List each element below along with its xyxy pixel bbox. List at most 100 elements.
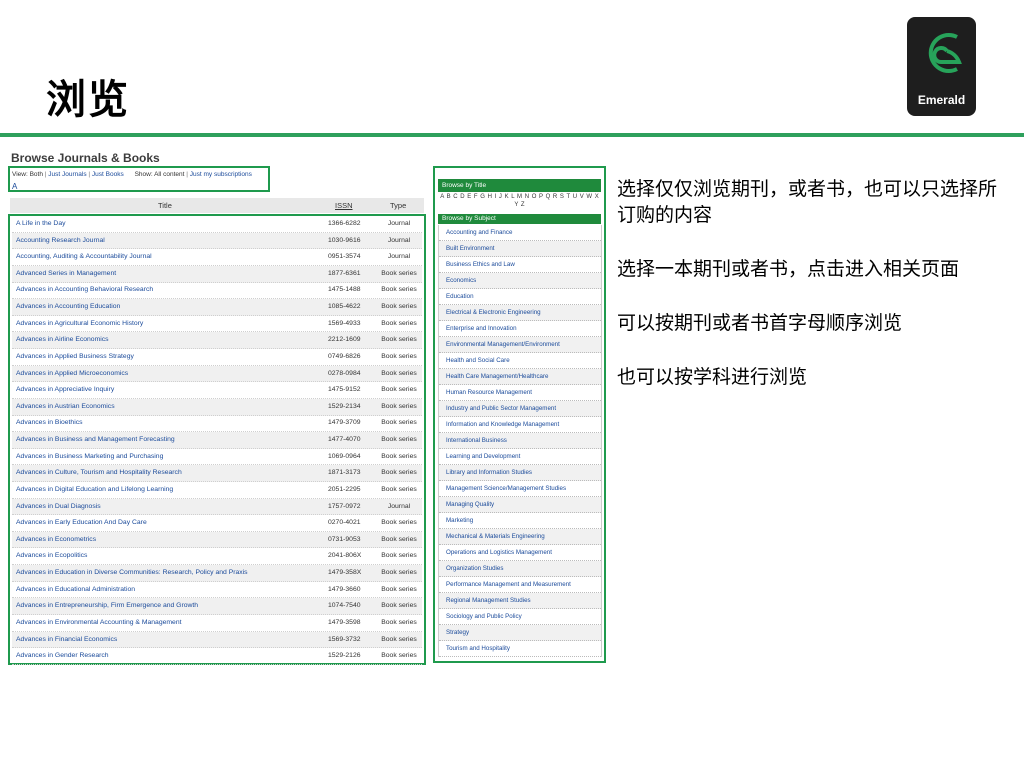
row-title-link[interactable]: Advances in Early Education And Day Care xyxy=(16,515,147,532)
subject-link[interactable]: Industry and Public Sector Management xyxy=(439,401,601,417)
table-row[interactable]: Advances in Austrian Economics 1529-2134 B… xyxy=(12,398,422,416)
row-title-link[interactable]: Accounting, Auditing & Accountability Jo… xyxy=(16,249,152,266)
row-title-link[interactable]: Advances in Dual Diagnosis xyxy=(16,499,101,516)
subject-link[interactable]: Business Ethics and Law xyxy=(439,257,601,273)
table-row[interactable]: Advances in Dual Diagnosis 1757-0972 Journ… xyxy=(12,498,422,516)
table-row[interactable]: Advances in Bioethics 1479-3709 Book serie… xyxy=(12,415,422,433)
row-issn: 2051-2295 xyxy=(328,485,361,493)
subject-link[interactable]: Mechanical & Materials Engineering xyxy=(439,529,601,545)
subject-link[interactable]: Enterprise and Innovation xyxy=(439,321,601,337)
subject-link[interactable]: Operations and Logistics Management xyxy=(439,545,601,561)
table-row[interactable]: Advances in Entrepreneurship, Firm Emerg… xyxy=(12,598,422,615)
row-title-link[interactable]: A Life in the Day xyxy=(16,216,66,233)
row-title-link[interactable]: Advances in Ecopolitics xyxy=(16,548,87,565)
subject-link[interactable]: Library and Information Studies xyxy=(439,465,601,481)
row-title-link[interactable]: Advances in Applied Microeconomics xyxy=(16,366,128,383)
subject-link[interactable]: Sociology and Public Policy xyxy=(439,609,601,625)
table-row[interactable]: Advances in Accounting Education 1085-462… xyxy=(12,299,422,316)
subject-link[interactable]: Built Environment xyxy=(439,241,601,257)
subject-link[interactable]: Accounting and Finance xyxy=(439,225,601,241)
just-my-subscriptions-link[interactable]: Just my subscriptions xyxy=(190,171,252,178)
table-row[interactable]: Advances in Educational Administration 14… xyxy=(12,582,422,599)
row-title-link[interactable]: Advances in Financial Economics xyxy=(16,632,117,649)
subject-link[interactable]: Performance Management and Measurement xyxy=(439,577,601,593)
note-item: 选择一本期刊或者书，点击进入相关页面 xyxy=(617,258,960,280)
just-books-link[interactable]: Just Books xyxy=(92,171,124,178)
row-title-link[interactable]: Advances in Business Marketing and Purch… xyxy=(16,449,163,466)
subject-link[interactable]: Electrical & Electronic Engineering xyxy=(439,305,601,321)
table-row[interactable]: Advances in Agricultural Economic Histor… xyxy=(12,316,422,333)
row-title-link[interactable]: Advances in Agricultural Economic Histor… xyxy=(16,316,143,333)
subject-link[interactable]: Education xyxy=(439,289,601,305)
subject-link[interactable]: Tourism and Hospitality xyxy=(439,641,601,657)
subject-link[interactable]: Health and Social Care xyxy=(439,353,601,369)
row-type: Book series xyxy=(381,452,417,460)
row-title-link[interactable]: Advances in Digital Education and Lifelo… xyxy=(16,482,173,499)
subject-link[interactable]: Strategy xyxy=(439,625,601,641)
subject-link[interactable]: Regional Management Studies xyxy=(439,593,601,609)
row-title-link[interactable]: Advances in Accounting Education xyxy=(16,299,120,316)
row-type: Book series xyxy=(381,303,417,311)
subject-link[interactable]: Environmental Management/Environment xyxy=(439,337,601,353)
table-row[interactable]: Advances in Accounting Behavioral Resear… xyxy=(12,282,422,300)
row-type: Book series xyxy=(381,485,417,493)
table-row[interactable]: Advances in Business and Management Fore… xyxy=(12,432,422,449)
show-label: Show: All content xyxy=(134,171,185,178)
row-title-link[interactable]: Advances in Econometrics xyxy=(16,532,96,549)
row-title-link[interactable]: Advances in Education in Diverse Communi… xyxy=(16,565,248,582)
row-title-link[interactable]: Advances in Business and Management Fore… xyxy=(16,432,175,449)
subject-link[interactable]: Information and Knowledge Management xyxy=(439,417,601,433)
alphabet-index[interactable]: A B C D E F G H I J K L M N O P Q R S T … xyxy=(438,193,601,209)
header-title[interactable]: Title xyxy=(158,201,172,210)
row-title-link[interactable]: Advances in Culture, Tourism and Hospita… xyxy=(16,465,182,482)
table-row[interactable]: Advances in Applied Microeconomics 0278-0… xyxy=(12,365,422,383)
subject-link[interactable]: Learning and Development xyxy=(439,449,601,465)
table-row[interactable]: Advances in Econometrics 0731-9053 Book se… xyxy=(12,531,422,549)
row-title-link[interactable]: Advances in Austrian Economics xyxy=(16,399,115,416)
table-row[interactable]: Advances in Applied Business Strategy 074… xyxy=(12,349,422,366)
table-row[interactable]: Advances in Ecopolitics 2041-806X Book ser… xyxy=(12,548,422,566)
table-row[interactable]: Accounting Research Journal 1030-9616 Jour… xyxy=(12,232,422,250)
row-title-link[interactable]: Advances in Applied Business Strategy xyxy=(16,349,134,366)
row-type: Book series xyxy=(381,336,417,344)
table-row[interactable]: Accounting, Auditing & Accountability Jo… xyxy=(12,249,422,266)
table-row[interactable]: Advances in Culture, Tourism and Hospita… xyxy=(12,465,422,482)
subject-link[interactable]: Human Resource Management xyxy=(439,385,601,401)
subject-link[interactable]: Managing Quality xyxy=(439,497,601,513)
table-row[interactable]: Advances in Digital Education and Lifelo… xyxy=(12,482,422,499)
subject-link[interactable]: Management Science/Management Studies xyxy=(439,481,601,497)
row-title-link[interactable]: Advances in Entrepreneurship, Firm Emerg… xyxy=(16,598,198,615)
row-issn: 1366-6282 xyxy=(328,220,361,227)
row-title-link[interactable]: Advances in Appreciative Inquiry xyxy=(16,382,114,399)
table-row[interactable]: Advances in Financial Economics 1569-3732… xyxy=(12,631,422,649)
row-title-link[interactable]: Advances in Accounting Behavioral Resear… xyxy=(16,282,153,299)
table-row[interactable]: Advanced Series in Management 1877-6361 Bo… xyxy=(12,265,422,283)
subject-link[interactable]: Organization Studies xyxy=(439,561,601,577)
table-row[interactable]: Advances in Appreciative Inquiry 1475-915… xyxy=(12,382,422,399)
header-issn[interactable]: ISSN xyxy=(335,201,353,210)
row-title-link[interactable]: Advances in Educational Administration xyxy=(16,582,135,599)
row-issn: 1529-2134 xyxy=(328,402,361,410)
row-type: Book series xyxy=(381,436,417,444)
row-title-link[interactable]: Advances in Gender Research xyxy=(16,648,109,665)
table-row[interactable]: Advances in Education in Diverse Communi… xyxy=(12,565,422,582)
row-title-link[interactable]: Advances in Bioethics xyxy=(16,415,83,432)
title-table: A Life in the Day 1366-6282 Journal Account… xyxy=(8,214,426,665)
row-title-link[interactable]: Accounting Research Journal xyxy=(16,233,105,250)
row-title-link[interactable]: Advances in Environmental Accounting & M… xyxy=(16,615,182,632)
table-row[interactable]: Advances in Early Education And Day Care… xyxy=(12,515,422,532)
subject-link[interactable]: Marketing xyxy=(439,513,601,529)
row-type: Book series xyxy=(381,519,417,527)
table-row[interactable]: A Life in the Day 1366-6282 Journal xyxy=(12,216,422,233)
row-title-link[interactable]: Advanced Series in Management xyxy=(16,266,116,283)
table-row[interactable]: Advances in Airline Economics 2212-1609 Bo… xyxy=(12,332,422,350)
table-row[interactable]: Advances in Business Marketing and Purch… xyxy=(12,449,422,466)
subject-link[interactable]: International Business xyxy=(439,433,601,449)
subject-link[interactable]: Economics xyxy=(439,273,601,289)
subject-link[interactable]: Health Care Management/Healthcare xyxy=(439,369,601,385)
table-row[interactable]: Advances in Environmental Accounting & M… xyxy=(12,615,422,632)
row-issn: 1475-9152 xyxy=(328,386,361,394)
table-row[interactable]: Advances in Gender Research 1529-2126 Book… xyxy=(12,648,422,665)
just-journals-link[interactable]: Just Journals xyxy=(48,171,86,178)
row-title-link[interactable]: Advances in Airline Economics xyxy=(16,332,109,349)
